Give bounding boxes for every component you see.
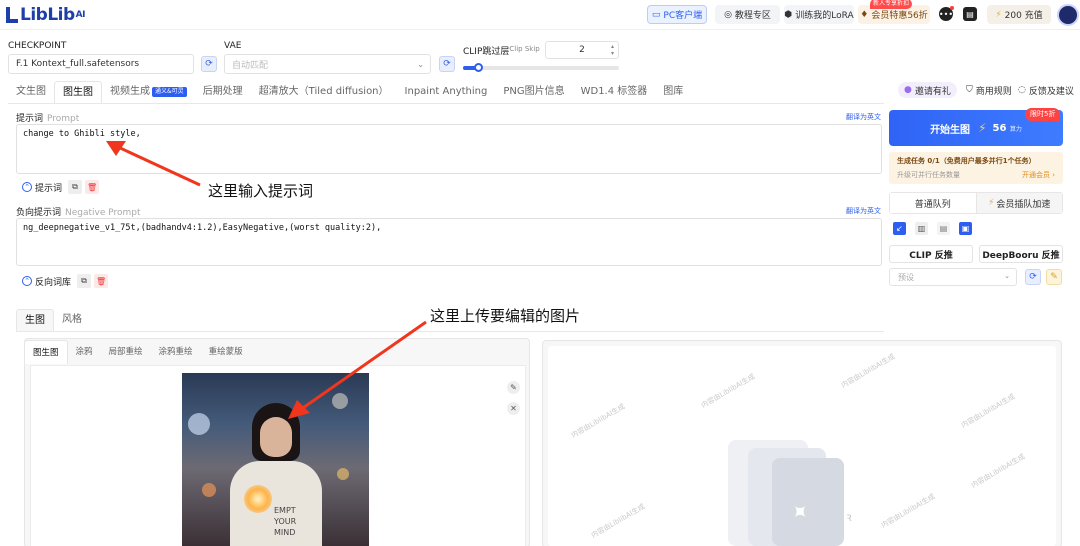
arrow-to-prompt <box>106 141 201 187</box>
upload-annotation: 这里上传要编辑的图片 <box>430 307 581 325</box>
annotation-arrows <box>106 141 427 419</box>
prompt-annotation: 这里输入提示词 <box>208 182 314 200</box>
arrow-to-image <box>288 320 427 419</box>
